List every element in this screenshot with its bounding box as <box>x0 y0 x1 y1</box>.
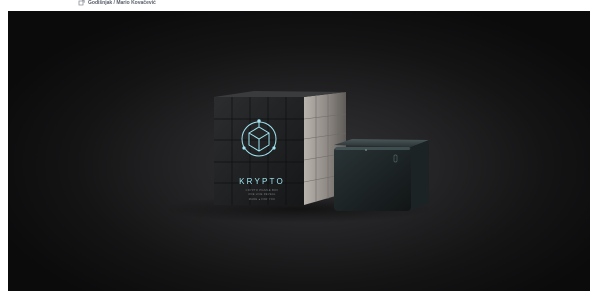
small-cube-highlight <box>335 147 410 150</box>
small-cube-front <box>334 147 411 211</box>
small-cube-side <box>411 140 429 211</box>
square-corner-icon <box>78 0 85 6</box>
credit-text: Godišnjak / Mario Kovačević <box>88 0 156 6</box>
box-fine-line-2: ONE LINE REVEAL <box>248 193 276 196</box>
small-cube-dot-icon <box>365 149 367 151</box>
box-fine-line-1: CRYPTO PUZZLE BOX <box>245 189 279 192</box>
box-fine-line-3: MADE ● FOR YOU <box>248 198 276 201</box>
box-brand-name: KRYPTO <box>239 177 285 186</box>
product-image: KRYPTO CRYPTO PUZZLE BOX ONE LINE REVEAL… <box>8 11 590 291</box>
product-illustration <box>163 91 433 223</box>
credit-bar: Godišnjak / Mario Kovačević <box>0 0 590 11</box>
